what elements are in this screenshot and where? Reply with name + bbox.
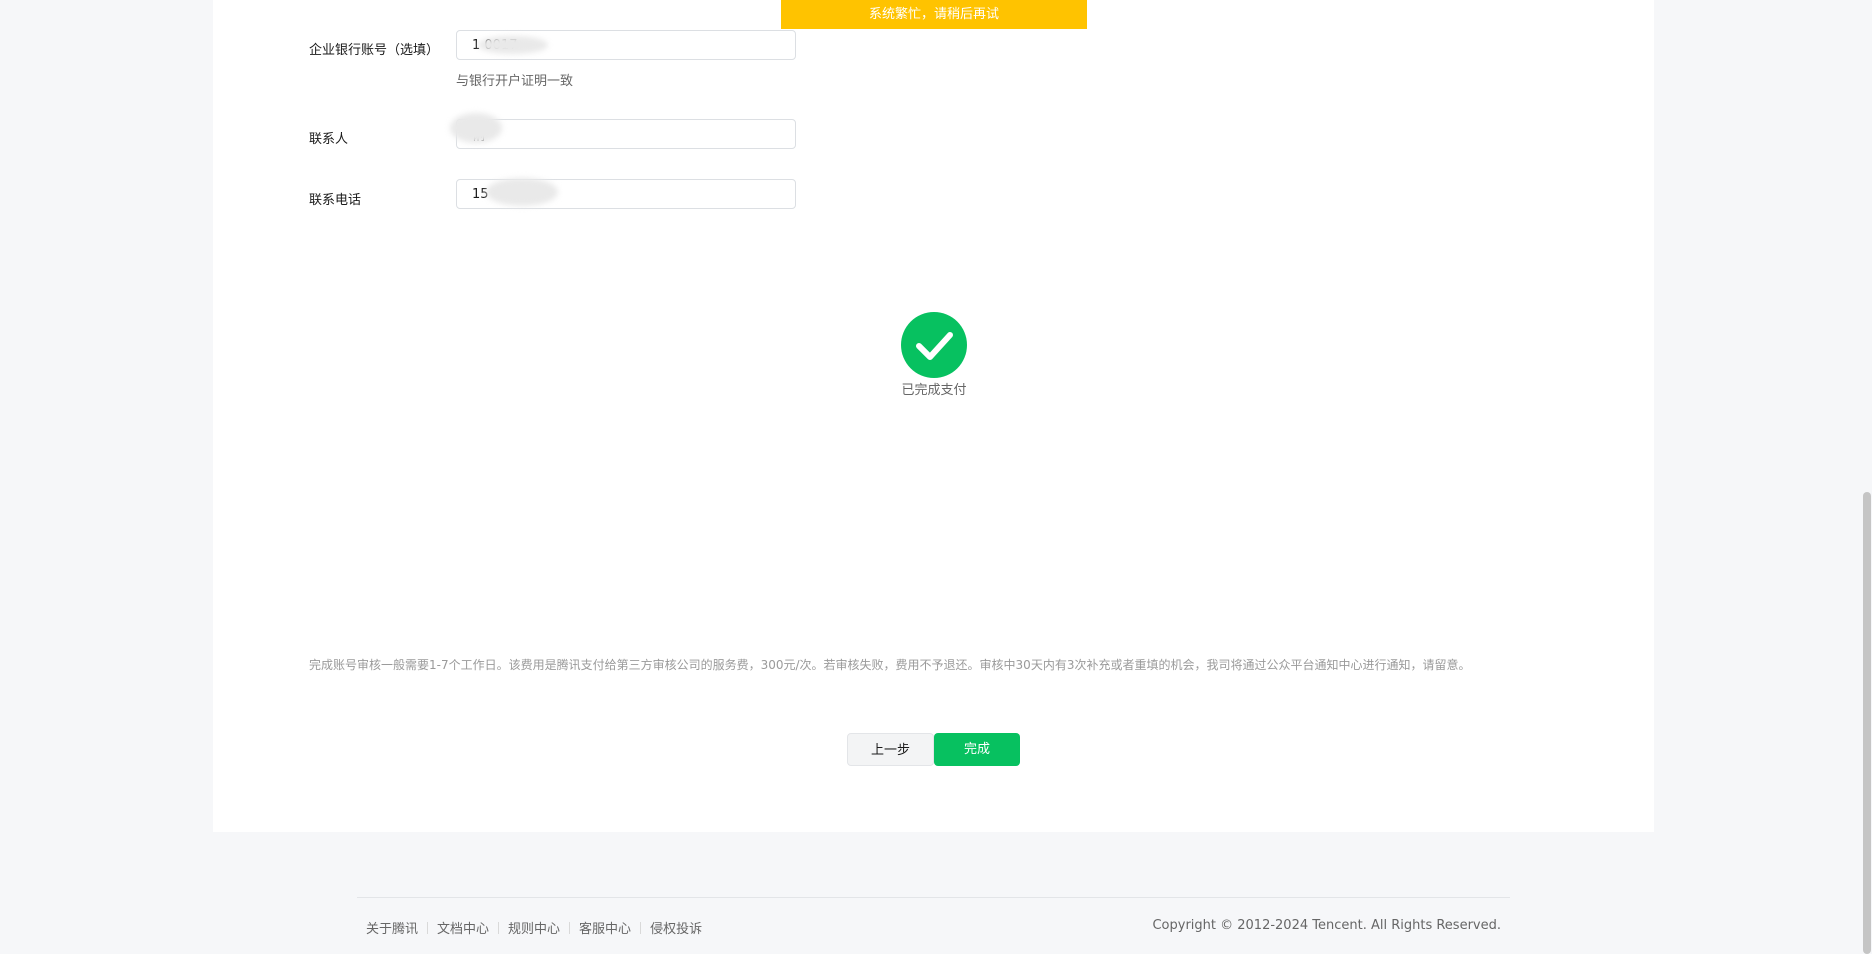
footer-divider — [357, 897, 1510, 898]
footer-link-infringement[interactable]: 侵权投诉 — [650, 918, 702, 937]
scrollbar-thumb[interactable] — [1863, 492, 1871, 954]
redaction-mark — [478, 36, 548, 54]
footer-link-support[interactable]: 客服中心 — [579, 918, 631, 937]
footer-link-docs[interactable]: 文档中心 — [437, 918, 489, 937]
footer-separator — [569, 921, 571, 934]
bank-account-hint: 与银行开户证明一致 — [456, 74, 574, 89]
done-button[interactable]: 完成 — [934, 733, 1020, 766]
contact-name-label: 联系人 — [309, 132, 349, 147]
check-circle-icon — [901, 312, 967, 378]
review-notice: 完成账号审核一般需要1-7个工作日。该费用是腾讯支付给第三方审核公司的服务费，3… — [309, 658, 1471, 672]
prev-step-button[interactable]: 上一步 — [847, 733, 934, 766]
footer-separator — [427, 921, 429, 934]
redaction-mark — [486, 178, 558, 206]
footer-separator — [498, 921, 500, 934]
contact-name-input[interactable] — [456, 119, 796, 149]
payment-status-text: 已完成支付 — [901, 383, 967, 398]
contact-phone-label: 联系电话 — [309, 193, 362, 208]
footer-separator — [640, 921, 642, 934]
bank-account-label: 企业银行账号（选填） — [309, 43, 440, 58]
footer-link-rules[interactable]: 规则中心 — [508, 918, 560, 937]
footer-links: 关于腾讯 文档中心 规则中心 客服中心 侵权投诉 — [366, 918, 702, 937]
page: 系统繁忙，请稍后再试 企业银行账号（选填） 与银行开户证明一致 联系人 联系电话… — [0, 0, 1872, 954]
redaction-mark — [450, 113, 502, 143]
copyright-text: Copyright © 2012-2024 Tencent. All Right… — [1152, 918, 1501, 933]
content-card — [213, 0, 1654, 832]
error-toast: 系统繁忙，请稍后再试 — [781, 0, 1087, 29]
footer-link-about[interactable]: 关于腾讯 — [366, 918, 418, 937]
